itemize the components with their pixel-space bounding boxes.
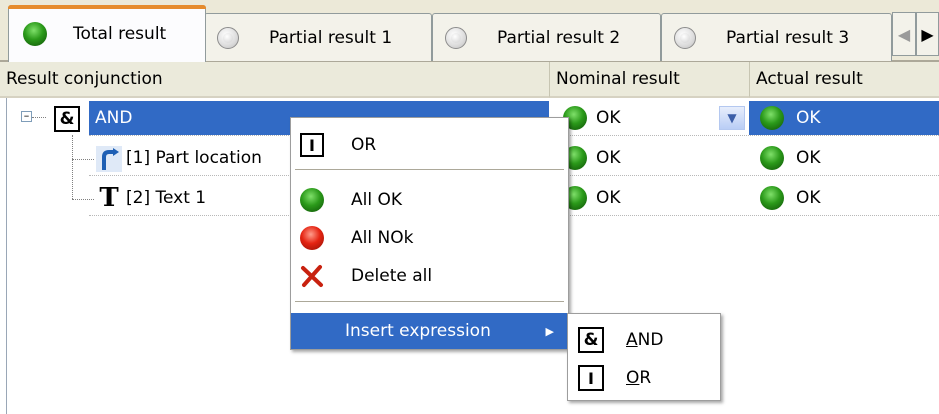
chevron-left-icon: ◀ — [897, 24, 911, 44]
menu-separator — [295, 301, 564, 303]
column-header-label: Result conjunction — [6, 69, 163, 89]
column-header-label: Nominal result — [556, 69, 680, 89]
menu-item-label: OR — [626, 368, 651, 388]
row-label: AND — [95, 108, 133, 128]
chevron-down-icon: ▼ — [727, 111, 737, 125]
and-icon: & — [54, 106, 80, 132]
tree-connector — [72, 199, 94, 200]
green-led-icon — [760, 186, 784, 210]
submenu-item-or[interactable]: I OR — [568, 360, 720, 396]
column-header-conjunction[interactable]: Result conjunction — [0, 62, 549, 98]
menu-item-label: AND — [626, 330, 663, 350]
nominal-result-value[interactable]: OK — [596, 108, 621, 128]
tab-label: Total result — [73, 24, 167, 44]
label-rest: ND — [637, 330, 664, 350]
actual-result-value: OK — [796, 148, 821, 168]
text-icon: T — [96, 184, 122, 212]
column-header-actual[interactable]: Actual result — [749, 62, 939, 98]
or-glyph: I — [309, 135, 315, 155]
menu-item-insert-expression[interactable]: Insert expression ▶ — [291, 313, 568, 349]
tab-label: Partial result 3 — [726, 27, 850, 48]
tree-connector — [72, 159, 94, 160]
radio-icon — [217, 26, 239, 49]
or-icon: I — [299, 132, 325, 158]
chevron-right-icon: ▶ — [921, 24, 934, 44]
label-rest: R — [639, 368, 652, 388]
menu-item-all-nok[interactable]: All NOk — [291, 220, 568, 256]
tree-connector — [72, 135, 73, 199]
tree-connector — [32, 117, 46, 118]
delete-icon — [299, 263, 325, 289]
menu-item-all-ok[interactable]: All OK — [291, 182, 568, 218]
submenu-item-and[interactable]: & AND — [568, 322, 720, 358]
text-glyph: T — [99, 183, 119, 213]
tab-total-result[interactable]: Total result — [8, 5, 206, 62]
context-menu: I OR All OK All NOk Delete all Insert ex… — [290, 117, 569, 350]
tab-label: Partial result 1 — [269, 27, 393, 48]
radio-icon — [445, 26, 467, 49]
grid-left-border — [6, 98, 7, 414]
green-led-icon — [300, 188, 324, 212]
tab-scroll-right-button[interactable]: ▶ — [916, 12, 939, 56]
menu-item-label: All OK — [351, 190, 403, 210]
mnemonic-letter: O — [626, 368, 640, 388]
menu-item-or[interactable]: I OR — [291, 127, 568, 163]
red-led-icon — [300, 226, 324, 250]
row-label: [2] Text 1 — [126, 188, 207, 208]
radio-icon — [674, 26, 696, 49]
green-led-icon — [23, 22, 47, 46]
or-icon-box: I — [300, 133, 324, 157]
or-icon: I — [578, 365, 604, 391]
menu-item-delete-all[interactable]: Delete all — [291, 258, 568, 294]
tab-partial-result-3[interactable]: Partial result 3 — [661, 13, 892, 61]
tab-partial-result-2[interactable]: Partial result 2 — [432, 13, 661, 61]
nominal-result-value: OK — [596, 188, 621, 208]
part-location-icon — [96, 146, 122, 172]
actual-result-value: OK — [796, 108, 821, 128]
row-label: [1] Part location — [126, 148, 262, 168]
tab-label: Partial result 2 — [497, 27, 621, 48]
green-led-icon — [760, 106, 784, 130]
and-icon: & — [578, 327, 604, 353]
menu-item-label: OR — [351, 135, 377, 155]
green-led-icon — [760, 146, 784, 170]
mnemonic-letter: A — [626, 330, 638, 350]
menu-item-label: All NOk — [351, 228, 414, 248]
actual-result-value: OK — [796, 188, 821, 208]
column-header-label: Actual result — [756, 69, 863, 89]
green-led-icon — [299, 187, 325, 213]
menu-separator — [295, 169, 564, 171]
or-glyph: I — [588, 368, 594, 388]
and-glyph: & — [59, 109, 75, 129]
chevron-right-icon: ▶ — [545, 324, 554, 338]
red-led-icon — [299, 225, 325, 251]
and-glyph: & — [583, 330, 599, 350]
tree-collapse-toggle[interactable]: – — [21, 110, 32, 122]
nominal-result-dropdown-button[interactable]: ▼ — [719, 106, 745, 130]
insert-expression-submenu: & AND I OR — [567, 313, 721, 401]
tab-scroll-left-button[interactable]: ◀ — [892, 12, 916, 56]
column-header-nominal[interactable]: Nominal result — [549, 62, 749, 98]
tab-partial-result-1[interactable]: Partial result 1 — [204, 13, 432, 61]
nominal-result-value: OK — [596, 148, 621, 168]
menu-item-label: Delete all — [351, 266, 433, 286]
delete-x-icon — [301, 265, 323, 287]
menu-item-label: Insert expression — [345, 321, 491, 341]
